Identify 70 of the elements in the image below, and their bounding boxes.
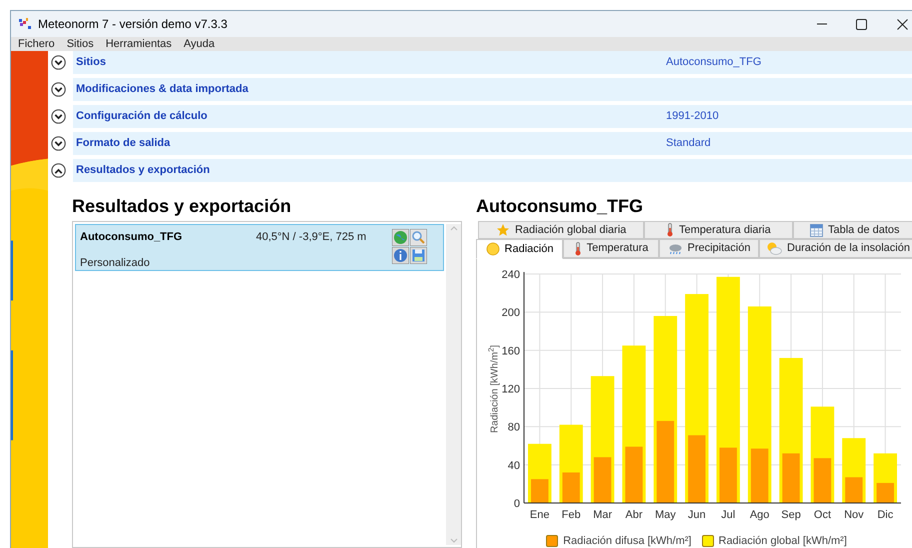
close-icon[interactable] bbox=[897, 18, 908, 30]
x-tick-label: Sep bbox=[781, 509, 801, 521]
section-header[interactable]: Modificaciones & data importada bbox=[73, 78, 912, 101]
search-icon[interactable] bbox=[410, 229, 427, 246]
sun-cloud-icon bbox=[766, 242, 782, 255]
save-icon[interactable] bbox=[410, 247, 427, 264]
star-icon bbox=[496, 223, 510, 237]
section-header[interactable]: Configuración de cálculo 1991-2010 bbox=[73, 105, 912, 128]
menu-item[interactable]: Fichero bbox=[11, 36, 61, 52]
section-label: Configuración de cálculo bbox=[75, 109, 208, 124]
x-tick-label: Jun bbox=[688, 509, 706, 521]
x-tick-label: Jul bbox=[721, 509, 736, 521]
section-header[interactable]: Resultados y exportación bbox=[73, 159, 912, 182]
expand-icon[interactable] bbox=[51, 109, 66, 124]
tab[interactable]: Radiación bbox=[476, 239, 563, 259]
section-label: Sitios bbox=[75, 55, 107, 70]
section-header[interactable]: Sitios Autoconsumo_TFG bbox=[73, 51, 912, 74]
x-tick-label: May bbox=[654, 509, 676, 521]
legend-label: Radiación difusa [kWh/m²] bbox=[563, 534, 692, 548]
sun-icon bbox=[486, 242, 500, 256]
section-label: Modificaciones & data importada bbox=[75, 82, 250, 98]
window-title: Meteonorm 7 - versión demo v7.3.3 bbox=[38, 16, 228, 33]
tab[interactable]: Radiación global diaria bbox=[478, 221, 644, 239]
menu-item[interactable]: Sitios bbox=[60, 36, 100, 52]
y-tick-label: 0 bbox=[514, 498, 520, 510]
section-header[interactable]: Formato de salida Standard bbox=[73, 132, 912, 155]
x-tick-label: Feb bbox=[562, 509, 581, 521]
expand-icon[interactable] bbox=[51, 136, 66, 151]
section-label: Resultados y exportación bbox=[75, 163, 211, 178]
thermometer-icon bbox=[666, 223, 674, 237]
tab[interactable]: Temperatura diaria bbox=[644, 221, 793, 239]
tab[interactable]: Temperatura bbox=[563, 239, 659, 258]
collapse-icon[interactable] bbox=[51, 163, 66, 178]
y-tick-label: 240 bbox=[502, 269, 520, 281]
tab[interactable]: Duración de la insolación bbox=[759, 239, 912, 258]
site-type: Personalizado bbox=[80, 256, 150, 270]
x-tick-label: Oct bbox=[814, 509, 832, 521]
expand-icon[interactable] bbox=[51, 82, 66, 97]
y-tick-label: 80 bbox=[508, 422, 520, 434]
table-icon bbox=[810, 224, 823, 236]
x-tick-label: Mar bbox=[593, 509, 612, 521]
cloud-icon bbox=[668, 242, 682, 254]
section-heading: Resultados y exportación bbox=[72, 195, 292, 218]
x-tick-label: Dic bbox=[877, 509, 894, 521]
info-icon[interactable] bbox=[392, 247, 409, 264]
x-tick-label: Abr bbox=[625, 509, 643, 521]
tab[interactable]: Tabla de datos bbox=[792, 221, 912, 239]
menu-item[interactable]: Ayuda bbox=[178, 36, 221, 52]
x-tick-label: Ago bbox=[750, 509, 770, 521]
section-label: Formato de salida bbox=[75, 136, 172, 152]
x-tick-label: Ene bbox=[530, 509, 550, 521]
section-value: Autoconsumo_TFG bbox=[666, 55, 762, 70]
site-title: Autoconsumo_TFG bbox=[476, 195, 644, 218]
tab[interactable]: Precipitación bbox=[659, 239, 759, 258]
legend-label: Radiación global [kWh/m²] bbox=[718, 534, 847, 548]
maximize-icon[interactable] bbox=[856, 18, 867, 30]
menu-item[interactable]: Herramientas bbox=[100, 36, 178, 52]
section-value: 1991-2010 bbox=[666, 109, 719, 124]
site-card[interactable]: Autoconsumo_TFG 40,5°N / -3,9°E, 725 m Personalizado bbox=[75, 224, 444, 271]
site-name: Autoconsumo_TFG bbox=[80, 230, 184, 245]
y-tick-label: 160 bbox=[502, 345, 520, 358]
y-tick-label: 200 bbox=[502, 307, 520, 320]
expand-icon[interactable] bbox=[51, 55, 66, 70]
x-tick-label: Nov bbox=[844, 509, 864, 521]
y-tick-label: 120 bbox=[502, 384, 520, 396]
site-coordinates: 40,5°N / -3,9°E, 725 m bbox=[256, 230, 366, 245]
app-logo-icon bbox=[18, 18, 32, 30]
thermometer-icon bbox=[574, 242, 582, 256]
y-tick-label: 40 bbox=[508, 460, 520, 472]
section-value: Standard bbox=[666, 136, 711, 152]
